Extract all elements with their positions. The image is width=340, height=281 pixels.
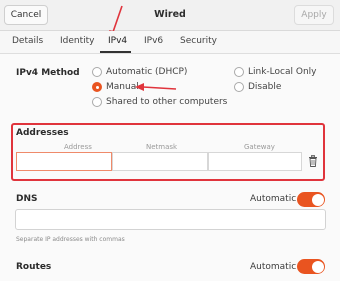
routes-automatic-label: Automatic — [250, 262, 297, 272]
address-input[interactable] — [16, 152, 112, 171]
radio-disable[interactable]: Disable — [234, 82, 281, 92]
cancel-button[interactable]: Cancel — [4, 5, 48, 25]
column-header-gateway: Gateway — [244, 143, 275, 151]
dns-heading: DNS — [16, 194, 38, 204]
routes-heading: Routes — [16, 262, 52, 272]
dns-automatic-toggle[interactable] — [297, 192, 325, 207]
radio-label: Disable — [248, 82, 282, 92]
dns-input[interactable] — [15, 209, 326, 230]
dns-automatic-label: Automatic — [250, 194, 297, 204]
radio-label: Shared to other computers — [106, 97, 228, 107]
tab-identity[interactable]: Identity — [60, 36, 95, 46]
radio-indicator-icon — [234, 67, 244, 77]
radio-indicator-icon — [92, 97, 102, 107]
window-title: Wired — [154, 9, 186, 20]
active-tab-indicator — [100, 51, 131, 53]
radio-checked-icon — [92, 82, 102, 92]
netmask-input[interactable] — [112, 152, 208, 171]
routes-automatic-toggle[interactable] — [297, 259, 325, 274]
addresses-heading: Addresses — [16, 128, 69, 138]
radio-shared[interactable]: Shared to other computers — [92, 97, 227, 107]
tab-bar: Details Identity IPv4 IPv6 Security — [0, 31, 340, 54]
tab-ipv4[interactable]: IPv4 — [108, 36, 127, 46]
header-bar: Cancel Wired Apply — [0, 0, 340, 31]
radio-indicator-icon — [92, 67, 102, 77]
radio-label: Link-Local Only — [248, 67, 317, 77]
column-header-address: Address — [64, 143, 92, 151]
radio-manual[interactable]: Manual — [92, 82, 139, 92]
tab-ipv6[interactable]: IPv6 — [144, 36, 163, 46]
column-header-netmask: Netmask — [146, 143, 178, 151]
tab-security[interactable]: Security — [180, 36, 217, 46]
radio-automatic-dhcp[interactable]: Automatic (DHCP) — [92, 67, 187, 77]
radio-indicator-icon — [234, 82, 244, 92]
radio-label: Automatic (DHCP) — [106, 67, 188, 77]
ipv4-method-label: IPv4 Method — [16, 68, 80, 78]
radio-link-local[interactable]: Link-Local Only — [234, 67, 316, 77]
gateway-input[interactable] — [208, 152, 302, 171]
trash-icon[interactable] — [308, 155, 318, 167]
ipv4-settings-panel: IPv4 Method Automatic (DHCP) Manual Shar… — [0, 54, 340, 281]
apply-button[interactable]: Apply — [294, 5, 334, 25]
annotation-arrow-manual-icon — [135, 83, 177, 91]
dns-hint: Separate IP addresses with commas — [16, 236, 125, 243]
tab-details[interactable]: Details — [12, 36, 43, 46]
